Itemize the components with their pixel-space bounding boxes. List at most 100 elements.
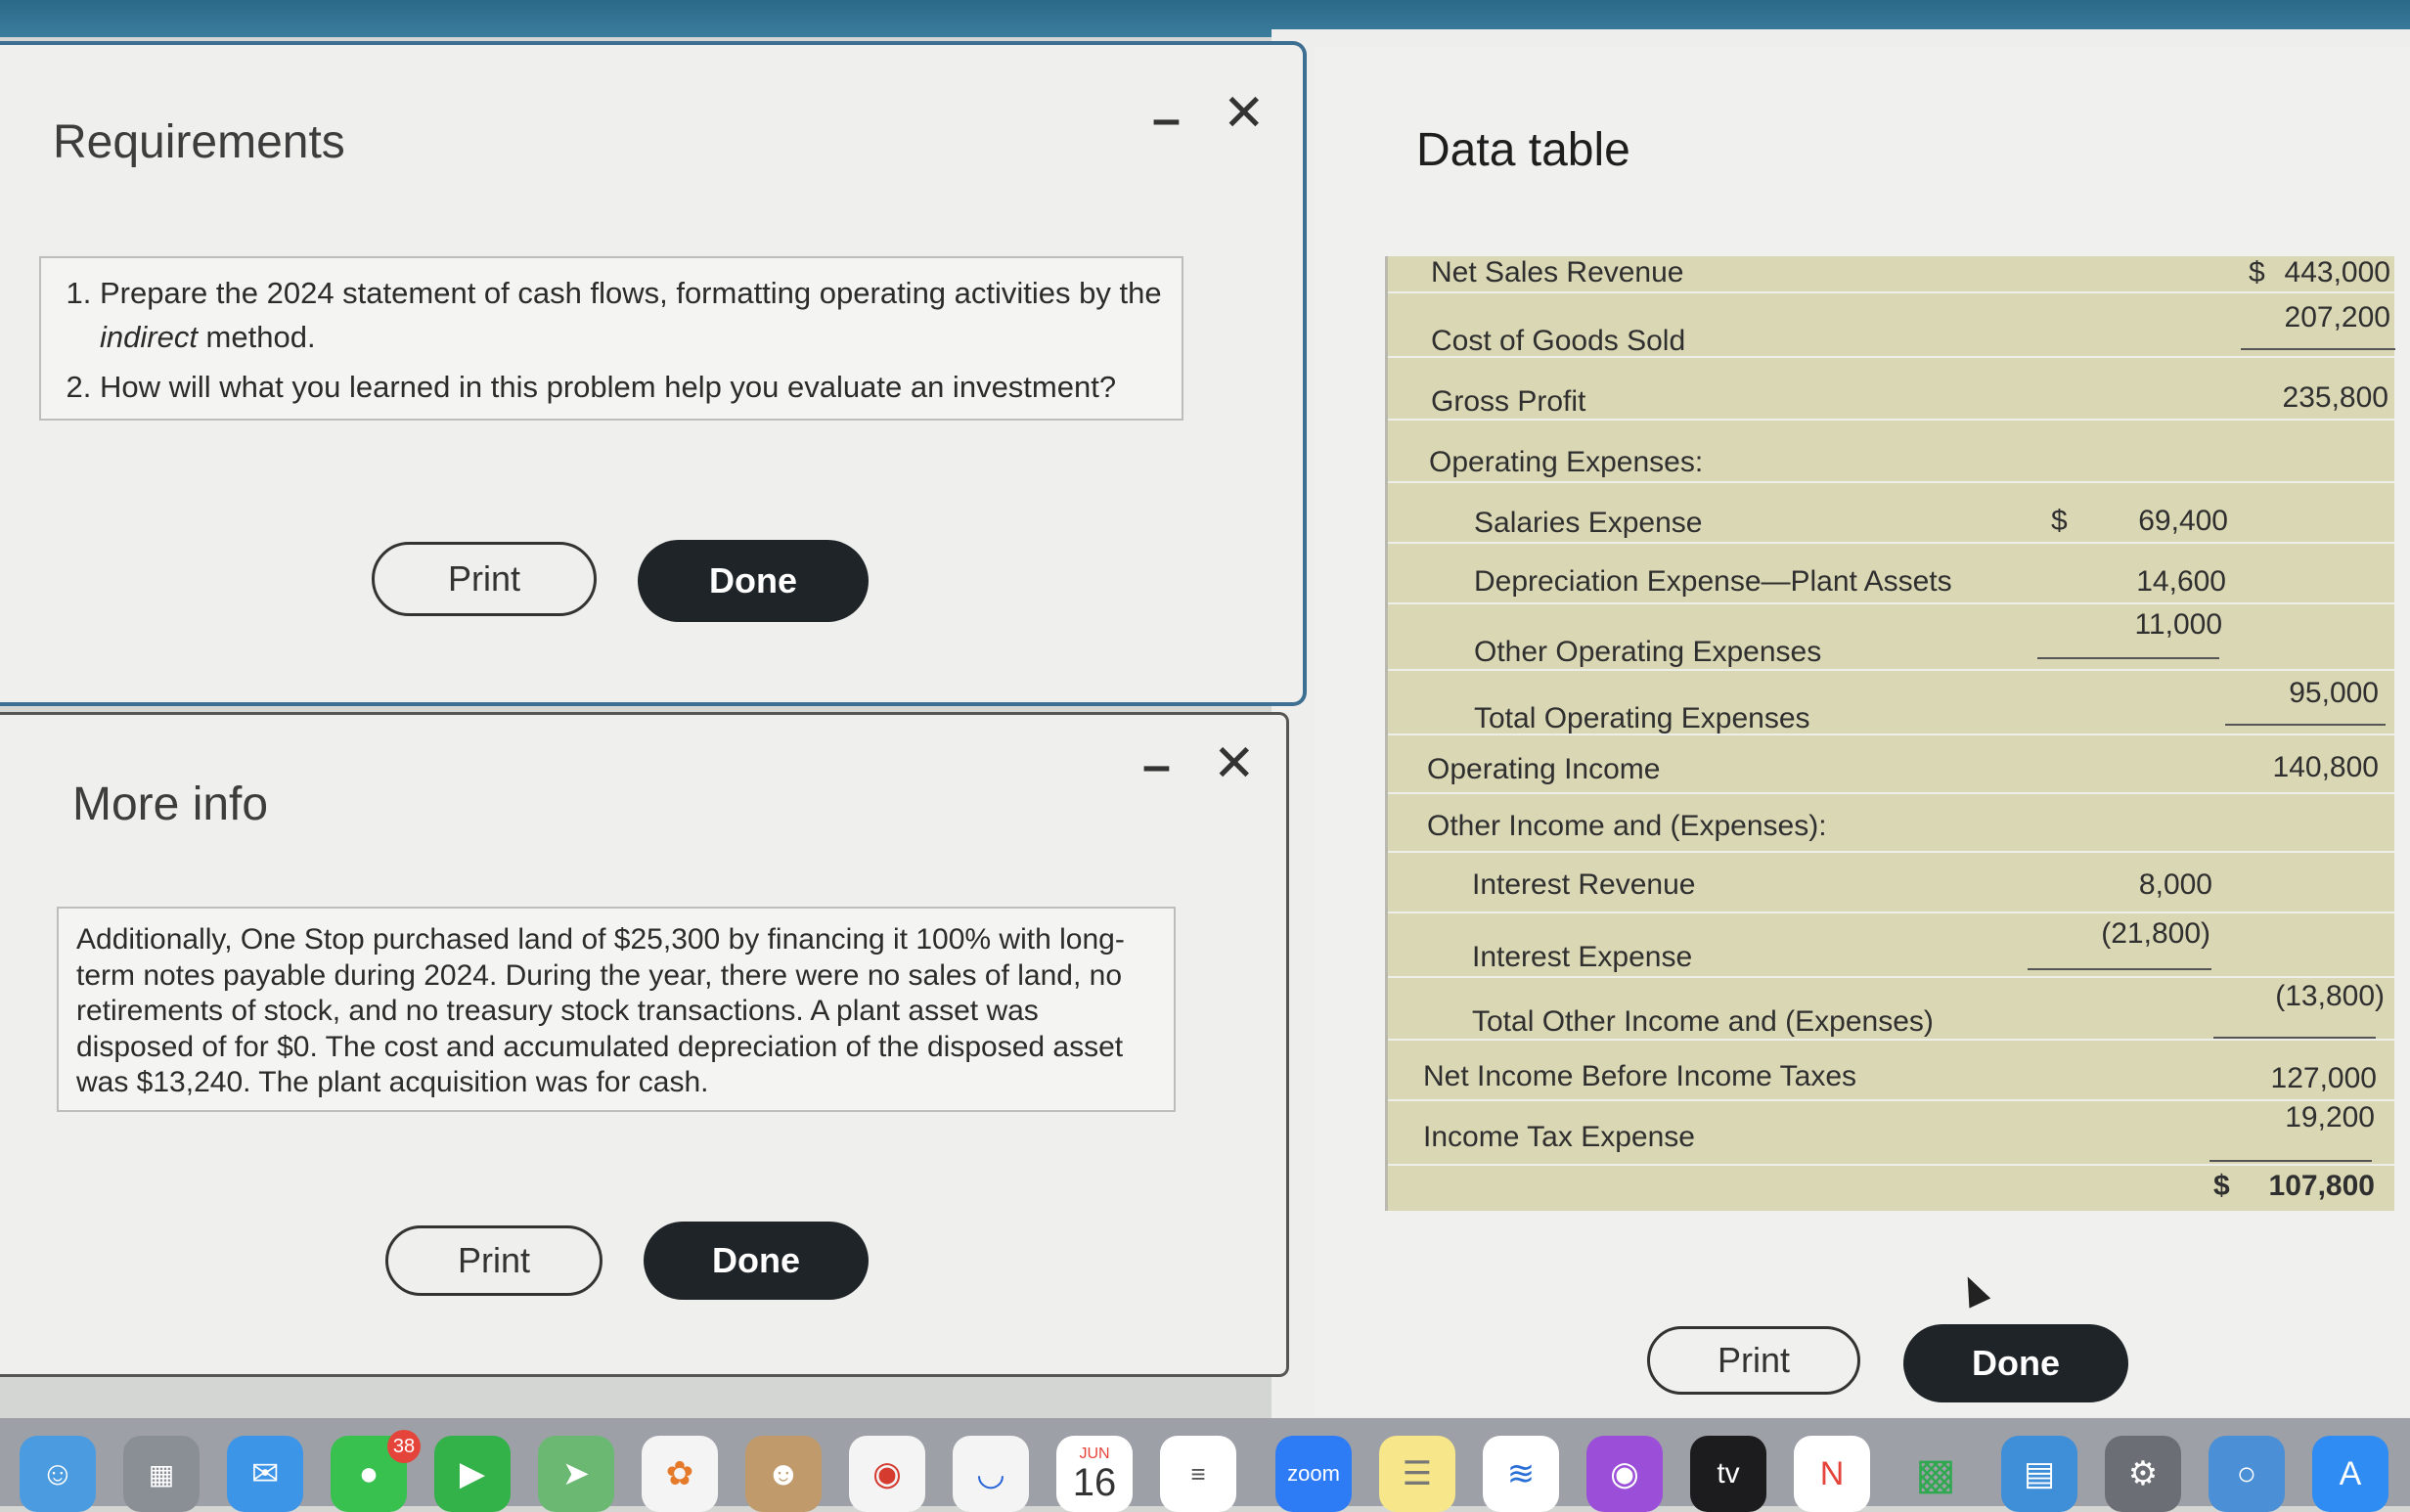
row-detail-value: 11,000 [2134,608,2222,641]
table-row: Operating Expenses: [1388,421,2394,483]
appletv-icon[interactable]: tv [1690,1436,1766,1512]
requirements-list: Prepare the 2024 statement of cash flows… [41,272,1166,410]
finder-icon[interactable]: ☺ [20,1436,96,1512]
maps-icon[interactable]: ➤ [538,1436,614,1512]
podcasts-icon[interactable]: ◉ [1586,1436,1663,1512]
table-row: Other Income and (Expenses): [1388,794,2394,853]
subtotal-underline [2241,348,2395,350]
minimize-icon[interactable]: – [1142,740,1171,791]
requirements-title: Requirements [53,116,345,168]
appletv-label: tv [1717,1457,1740,1490]
data-table-title: Data table [1416,124,1630,176]
chrome-icon[interactable]: ◉ [849,1436,925,1512]
row-label: Income Tax Expense [1423,1121,1695,1153]
table-row: Total Other Income and (Expenses) (13,80… [1388,978,2394,1041]
row-label: Other Income and (Expenses): [1427,810,1827,842]
row-total-value: 443,000 [2284,256,2390,289]
freeform-icon[interactable]: ≋ [1483,1436,1559,1512]
calendar-icon[interactable]: JUN 16 [1056,1436,1133,1512]
requirement-item-2: How will what you learned in this proble… [100,366,1166,410]
news-icon[interactable]: N [1794,1436,1870,1512]
subtotal-underline [2028,968,2211,970]
more-info-text-box: Additionally, One Stop purchased land of… [57,907,1176,1112]
row-total-value: 19,200 [2285,1101,2375,1134]
app-icon[interactable]: ◡ [953,1436,1029,1512]
keynote-icon[interactable]: ▤ [2001,1436,2077,1512]
zoom-icon[interactable]: zoom [1275,1436,1352,1512]
income-statement-table: Net Sales Revenue $ 443,000 Cost of Good… [1385,256,2395,1211]
row-total-value: 207,200 [2284,301,2390,334]
done-button[interactable]: Done [638,540,869,622]
row-total-value: 107,800 [2268,1170,2375,1202]
table-row: Total Operating Expenses 95,000 [1388,671,2394,735]
table-row: Operating Income 140,800 [1388,735,2394,794]
subtotal-underline [2225,724,2386,726]
more-info-text: Additionally, One Stop purchased land of… [76,923,1125,1099]
row-label: Interest Expense [1472,941,1693,973]
row-label: Depreciation Expense—Plant Assets [1474,565,1952,598]
row-detail-value: 69,400 [2138,505,2228,537]
numbers-icon[interactable]: ▩ [1897,1436,1974,1512]
zoom-label: zoom [1287,1461,1340,1486]
row-label: Net Sales Revenue [1431,256,1684,289]
row-total-value: (13,800) [2275,980,2385,1012]
photos-icon[interactable]: ✿ [642,1436,718,1512]
row-label: Cost of Goods Sold [1431,325,1686,357]
subtotal-underline [2213,1037,2376,1039]
row-detail-value: 14,600 [2136,565,2226,598]
messages-badge: 38 [387,1430,421,1463]
row-label: Other Operating Expenses [1474,636,1822,668]
row-label: Net Income Before Income Taxes [1423,1060,1856,1092]
facetime-icon[interactable]: ▶ [434,1436,511,1512]
row-label: Total Other Income and (Expenses) [1472,1005,1934,1038]
print-button[interactable]: Print [372,542,597,616]
close-icon[interactable]: ✕ [1213,738,1256,789]
row-detail-value: 8,000 [2138,868,2212,901]
mail-icon[interactable]: ✉ [227,1436,303,1512]
settings-icon[interactable]: ⚙ [2105,1436,2181,1512]
table-row: Gross Profit 235,800 [1388,358,2394,421]
network-icon[interactable]: ○ [2209,1436,2285,1512]
more-info-panel: More info – ✕ Additionally, One Stop pur… [0,712,1289,1377]
reminders-icon[interactable]: ≡ [1160,1436,1236,1512]
minimize-icon[interactable]: – [1152,94,1181,145]
currency-sign: $ [2213,1170,2230,1202]
row-detail-value: (21,800) [2101,917,2210,950]
requirements-panel: Requirements – ✕ Prepare the 2024 statem… [0,41,1307,706]
done-button[interactable]: Done [1903,1324,2128,1402]
table-row: Net Income Before Income Taxes 127,000 [1388,1041,2394,1101]
notes-icon[interactable]: ☰ [1379,1436,1455,1512]
currency-sign: $ [2249,256,2265,289]
print-button[interactable]: Print [1647,1326,1860,1395]
contacts-icon[interactable]: ☻ [745,1436,822,1512]
row-label: Interest Revenue [1472,868,1696,901]
table-row: Depreciation Expense—Plant Assets 14,600 [1388,544,2394,604]
subtotal-underline [2037,657,2219,659]
print-button[interactable]: Print [385,1225,602,1296]
subtotal-underline [2209,1160,2372,1162]
appstore-icon[interactable]: A [2312,1436,2388,1512]
more-info-title: More info [72,778,269,830]
table-row: Interest Expense (21,800) [1388,913,2394,978]
row-total-value: 95,000 [2289,677,2379,709]
row-label: Total Operating Expenses [1474,702,1810,734]
table-row: $ 107,800 [1388,1166,2394,1211]
table-row: Income Tax Expense 19,200 [1388,1101,2394,1166]
row-label: Salaries Expense [1474,507,1703,539]
row-label: Operating Income [1427,753,1661,785]
table-row: Interest Revenue 8,000 [1388,853,2394,913]
currency-sign: $ [2051,505,2068,537]
table-row: Salaries Expense $ 69,400 [1388,483,2394,544]
requirement-item-1: Prepare the 2024 statement of cash flows… [100,272,1166,360]
close-icon[interactable]: ✕ [1223,88,1266,139]
requirements-list-box: Prepare the 2024 statement of cash flows… [39,256,1183,421]
row-label: Gross Profit [1431,385,1586,418]
table-row: Net Sales Revenue $ 443,000 [1388,256,2394,293]
done-button[interactable]: Done [644,1222,869,1300]
launchpad-icon[interactable]: ▦ [123,1436,200,1512]
calendar-day: 16 [1072,1461,1117,1504]
row-total-value: 127,000 [2270,1062,2377,1094]
row-total-value: 235,800 [2282,381,2388,414]
row-total-value: 140,800 [2272,751,2379,783]
table-row: Other Operating Expenses 11,000 [1388,604,2394,671]
